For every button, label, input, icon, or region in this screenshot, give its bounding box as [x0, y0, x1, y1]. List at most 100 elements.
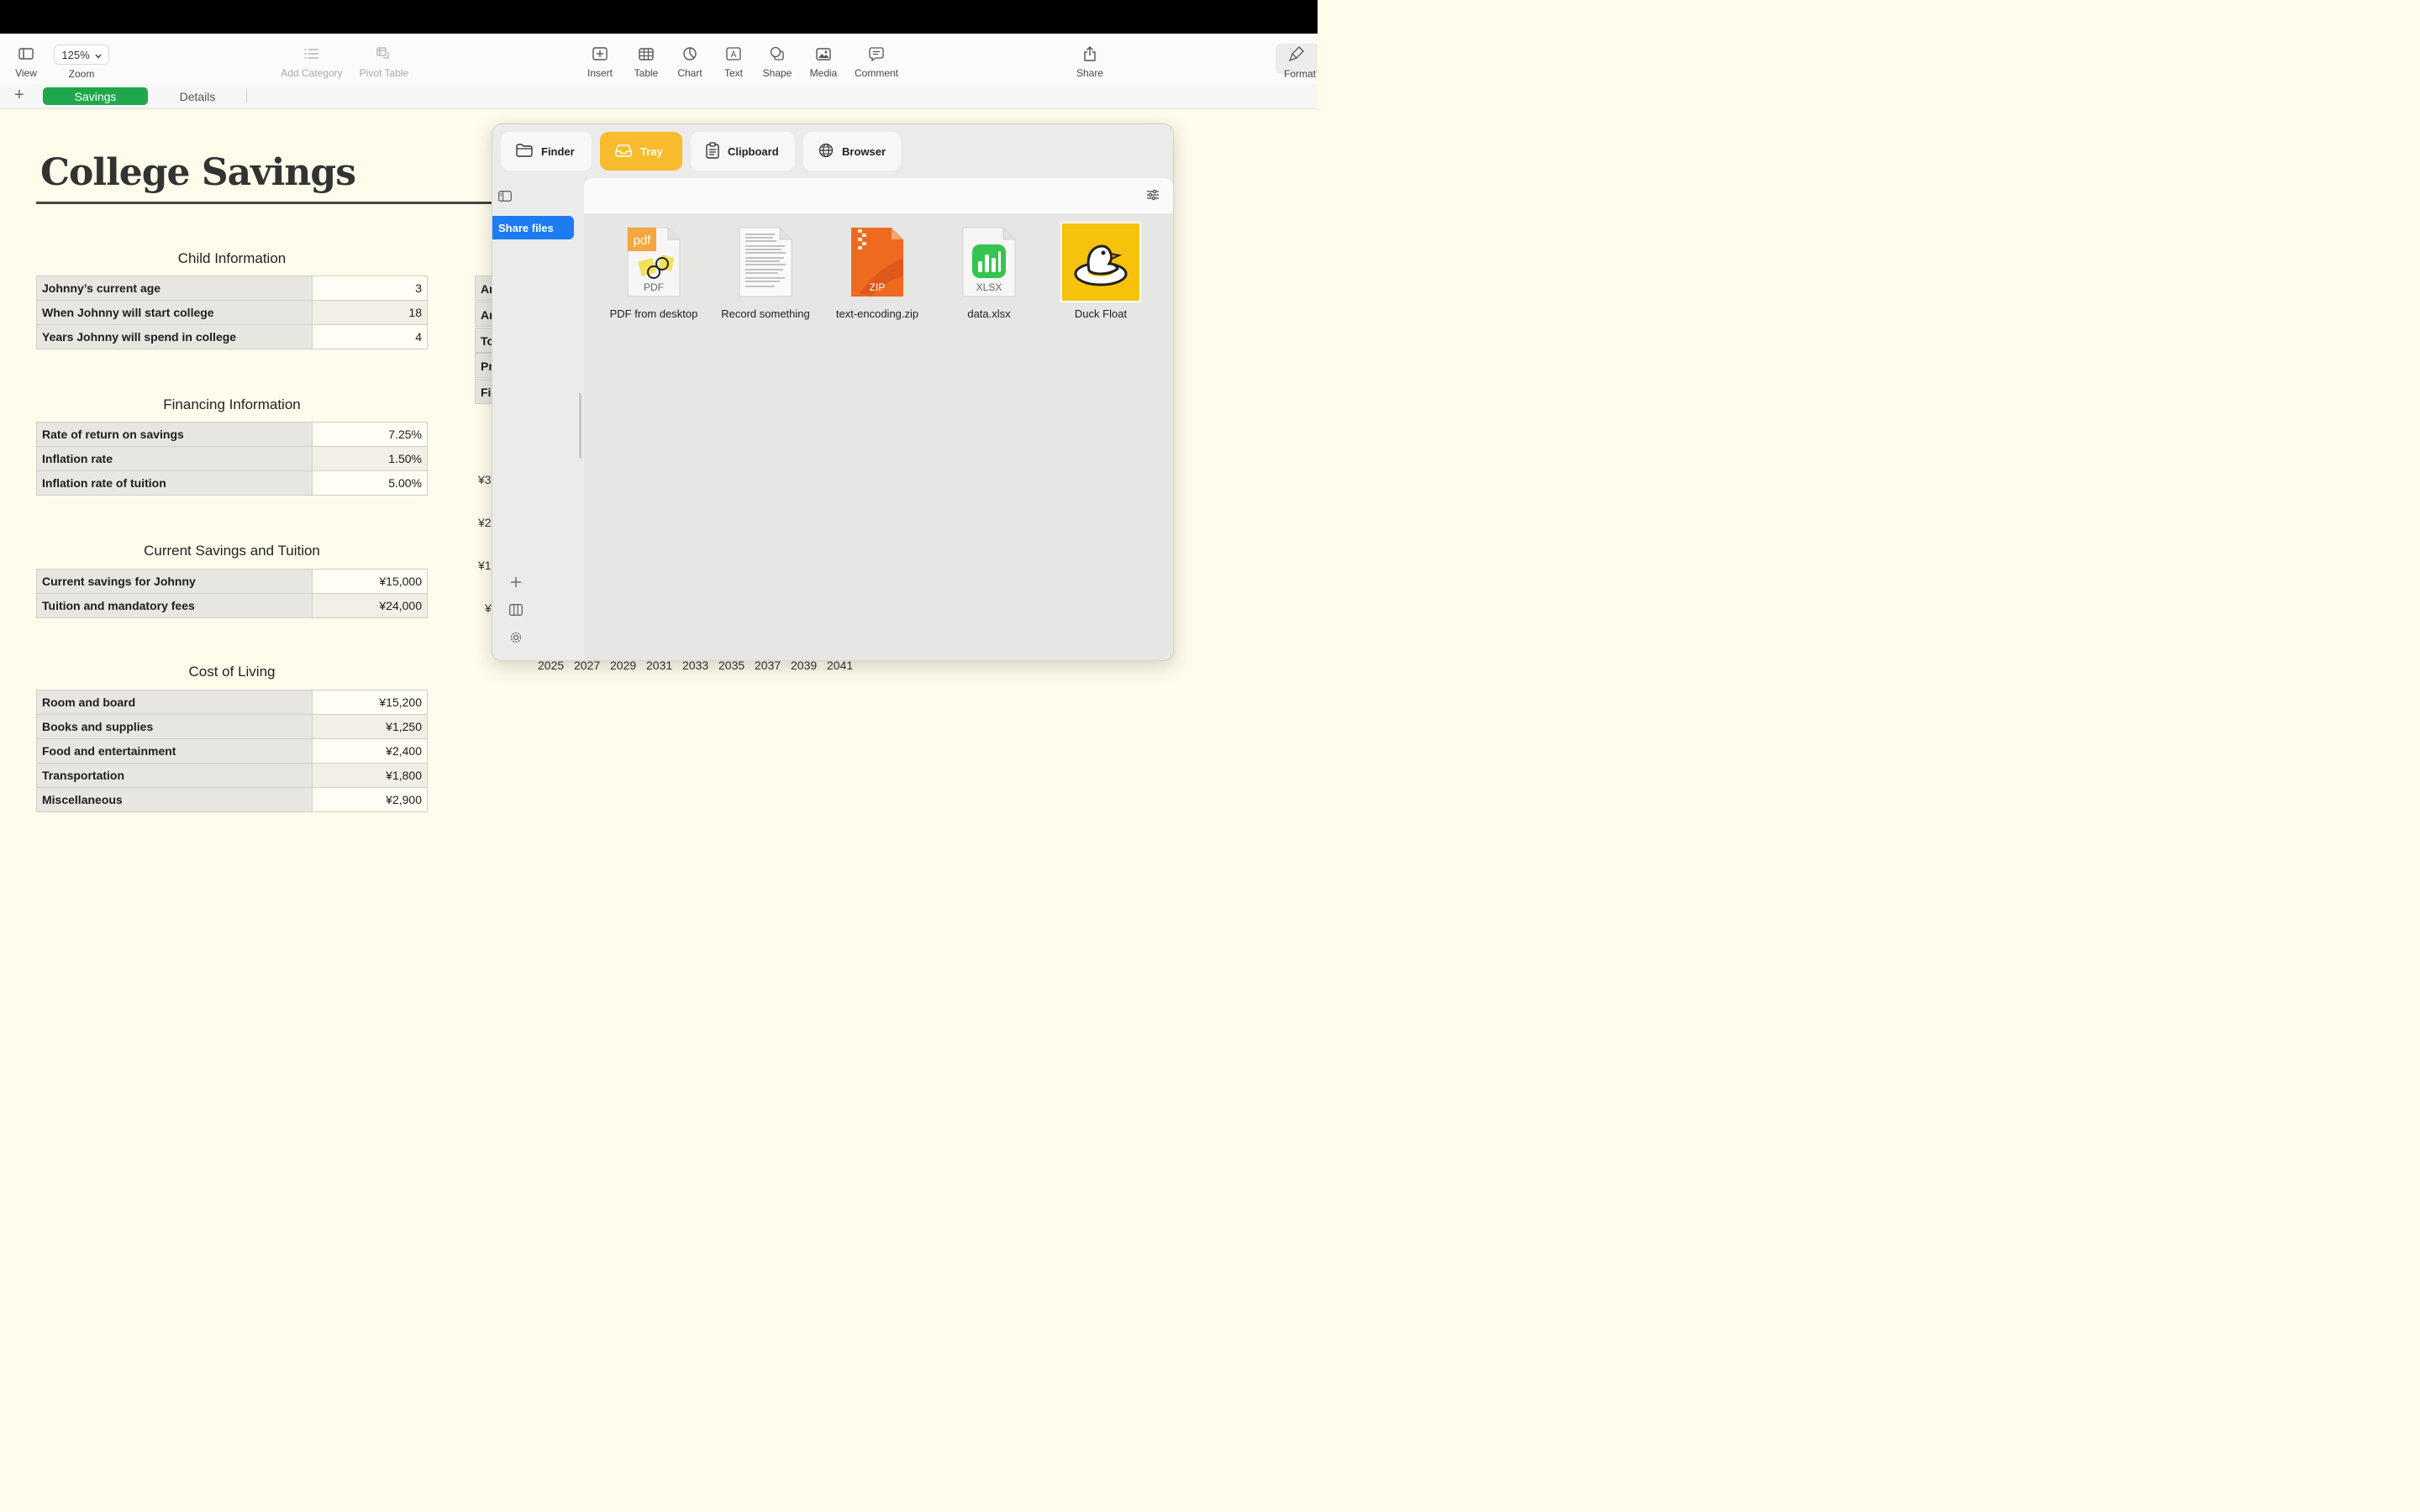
tab-finder[interactable]: Finder: [501, 132, 592, 171]
xlsx-badge-text: XLSX: [976, 281, 1002, 293]
cell-label[interactable]: When Johnny will start college: [36, 300, 313, 325]
file-name: data.xlsx: [967, 307, 1011, 320]
zoom-label: Zoom: [68, 68, 95, 80]
child-info-table: Johnny’s current age 3 When Johnny will s…: [36, 276, 428, 349]
shape-label: Shape: [762, 67, 792, 79]
view-label: View: [15, 67, 37, 79]
text-label: Text: [723, 67, 743, 79]
savings-tuition-table: Current savings for Johnny ¥15,000 Tuitio…: [36, 569, 428, 618]
sidebar-scrollbar[interactable]: [579, 393, 581, 459]
table-row: When Johnny will start college 18: [36, 300, 428, 325]
cell-value[interactable]: ¥15,200: [312, 690, 428, 715]
tray-icon: [615, 144, 632, 160]
cell-label[interactable]: Books and supplies: [36, 714, 313, 739]
sidebar-icon: [17, 45, 35, 62]
pivot-table-label: Pivot Table: [359, 67, 409, 79]
file-item-text[interactable]: Record something: [711, 222, 820, 320]
cell-value[interactable]: 7.25%: [312, 422, 428, 447]
add-sheet-button[interactable]: +: [14, 87, 24, 103]
cell-value[interactable]: 1.50%: [312, 446, 428, 471]
cell-label[interactable]: Tuition and mandatory fees: [36, 593, 313, 618]
tab-divider: [246, 90, 247, 102]
cell-value[interactable]: 18: [312, 300, 428, 325]
chart-y-tick: ¥: [485, 601, 492, 615]
add-category-button[interactable]: Add Category: [277, 34, 346, 84]
chart-button[interactable]: Chart: [674, 34, 706, 84]
insert-button[interactable]: Insert: [583, 34, 617, 84]
sidebar-toggle-icon[interactable]: [498, 191, 512, 206]
globe-icon: [818, 143, 834, 160]
cell-value[interactable]: ¥15,000: [312, 569, 428, 594]
child-info-heading: Child Information: [177, 250, 287, 266]
cell-label[interactable]: Food and entertainment: [36, 738, 313, 764]
cell-value[interactable]: 3: [312, 276, 428, 301]
tab-clipboard[interactable]: Clipboard: [691, 132, 795, 171]
cell-label[interactable]: Rate of return on savings: [36, 422, 313, 447]
table-row: Transportation ¥1,800: [36, 763, 428, 788]
columns-icon[interactable]: [508, 601, 524, 618]
financing-heading: Financing Information: [163, 396, 301, 412]
cell-value[interactable]: 4: [312, 324, 428, 349]
shape-button[interactable]: Shape: [760, 34, 795, 84]
tab-tray[interactable]: Tray: [600, 132, 682, 171]
file-name: text-encoding.zip: [835, 307, 919, 320]
tab-details[interactable]: Details: [160, 87, 235, 105]
cell-value[interactable]: ¥2,400: [312, 738, 428, 764]
cell-value[interactable]: ¥2,900: [312, 787, 428, 812]
cell-label[interactable]: Inflation rate: [36, 446, 313, 471]
cell-value[interactable]: ¥1,250: [312, 714, 428, 739]
file-item-zip[interactable]: ZIP text-encoding.zip: [823, 222, 932, 320]
cell-value[interactable]: 5.00%: [312, 470, 428, 496]
cell-label[interactable]: Room and board: [36, 690, 313, 715]
cell-label[interactable]: Inflation rate of tuition: [36, 470, 313, 496]
pivot-table-button[interactable]: Pivot Table: [356, 34, 412, 84]
sidebar-item-share-files[interactable]: Share files: [492, 216, 574, 239]
text-document-icon: [723, 222, 808, 302]
tab-browser[interactable]: Browser: [803, 132, 901, 171]
share-button[interactable]: Share: [1072, 34, 1107, 84]
title-divider: [36, 202, 507, 204]
tab-finder-label: Finder: [541, 144, 575, 158]
file-item-pdf[interactable]: pdf PDF PDF from desktop: [599, 222, 708, 320]
media-label: Media: [809, 67, 838, 79]
tab-browser-label: Browser: [842, 144, 886, 158]
paintbrush-icon: [1287, 45, 1306, 62]
file-item-xlsx[interactable]: XLSX data.xlsx: [934, 222, 1044, 320]
file-name: Duck Float: [1074, 307, 1128, 320]
view-button[interactable]: View: [10, 34, 42, 84]
table-row: Miscellaneous ¥2,900: [36, 787, 428, 812]
comment-button[interactable]: Comment: [852, 34, 901, 84]
text-button[interactable]: A Text: [719, 34, 748, 84]
financing-table: Rate of return on savings 7.25% Inflation…: [36, 422, 428, 496]
file-item-duck-float[interactable]: Duck Float: [1046, 222, 1155, 320]
cell-value[interactable]: ¥24,000: [312, 593, 428, 618]
duck-float-app-icon: [1059, 222, 1143, 302]
filter-icon[interactable]: [1146, 189, 1160, 205]
tab-savings[interactable]: Savings: [43, 87, 148, 105]
svg-text:A: A: [731, 50, 737, 60]
cell-label[interactable]: Current savings for Johnny: [36, 569, 313, 594]
shape-icon: [768, 45, 786, 62]
list-icon: [302, 45, 321, 62]
insert-icon: [591, 45, 609, 62]
zoom-value: 125%: [61, 48, 90, 61]
media-button[interactable]: Media: [805, 34, 842, 84]
table-row: Johnny’s current age 3: [36, 276, 428, 301]
table-icon: [637, 45, 655, 62]
zoom-select[interactable]: 125%: [54, 45, 109, 65]
text-box-icon: A: [724, 45, 743, 62]
pdf-file-icon: pdf PDF: [612, 222, 696, 302]
gear-icon[interactable]: [508, 629, 524, 646]
cell-label[interactable]: Miscellaneous: [36, 787, 313, 812]
cost-of-living-heading: Cost of Living: [188, 664, 276, 680]
cell-label[interactable]: Years Johnny will spend in college: [36, 324, 313, 349]
add-category-label: Add Category: [281, 67, 343, 79]
add-icon[interactable]: [508, 574, 524, 591]
cell-label[interactable]: Transportation: [36, 763, 313, 788]
tray-content-area: pdf PDF PDF from desktop Record somethin…: [584, 178, 1173, 660]
cell-value[interactable]: ¥1,800: [312, 763, 428, 788]
share-label: Share: [1076, 67, 1104, 79]
table-button[interactable]: Table: [630, 34, 662, 84]
cell-label[interactable]: Johnny’s current age: [36, 276, 313, 301]
pdf-badge-text: PDF: [644, 281, 664, 293]
